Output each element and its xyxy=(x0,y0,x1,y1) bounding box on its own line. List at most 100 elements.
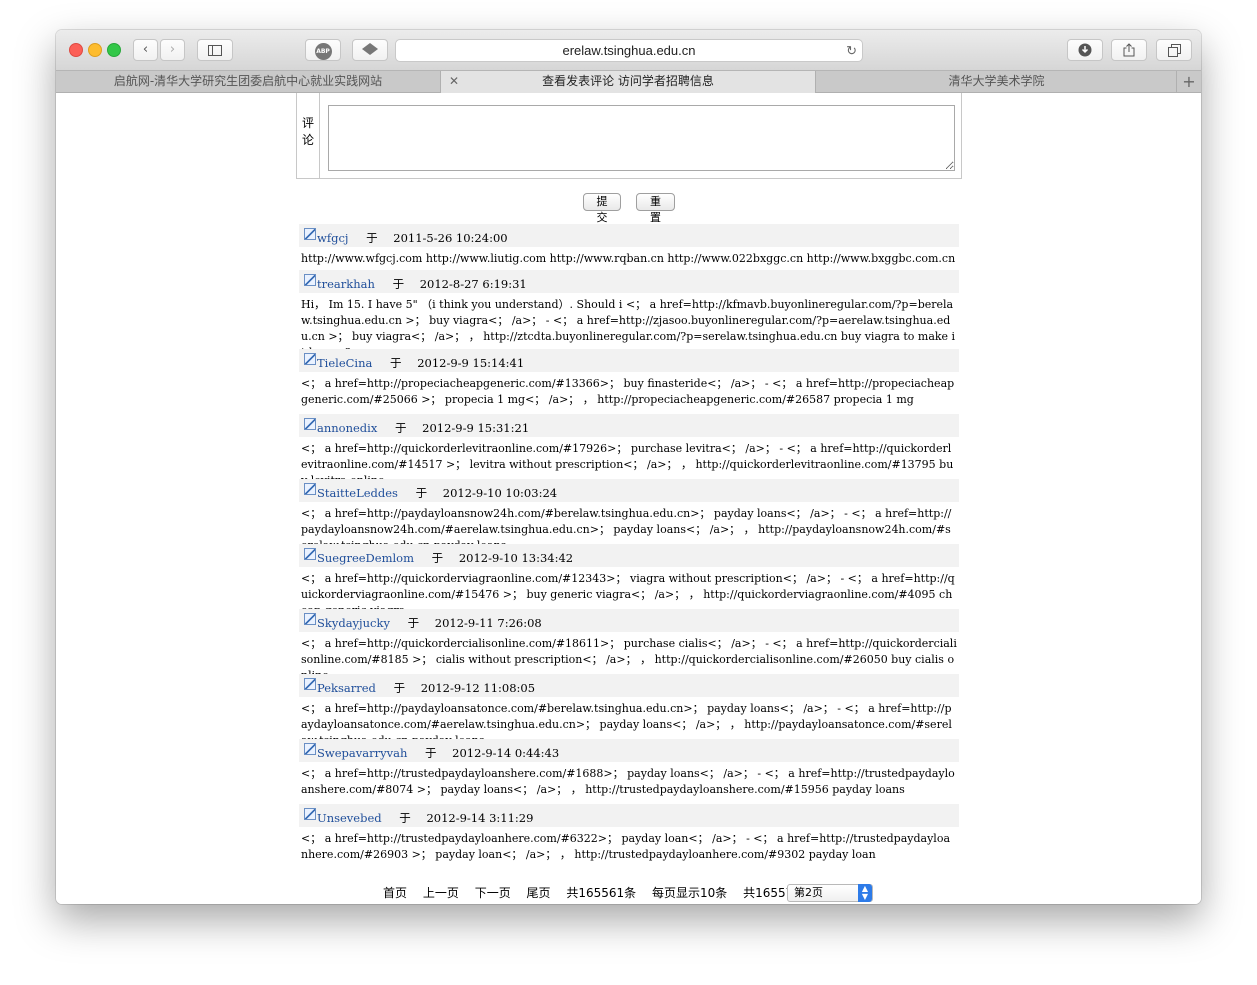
extension-icon xyxy=(362,43,378,55)
extension-button[interactable] xyxy=(352,39,388,61)
comment-author-link[interactable]: Skydayjucky xyxy=(317,616,390,630)
comment-header: StaitteLeddes 于 2012-9-10 10:03:24 xyxy=(299,479,959,502)
comment-item: Swepavarryvah 于 2012-9-14 0:44:43 <； a h… xyxy=(299,739,959,804)
comment-body: <； a href=http://quickorderlevitraonline… xyxy=(301,442,954,487)
share-button[interactable] xyxy=(1111,39,1147,61)
comment-body: <； a href=http://quickordercialisonline.… xyxy=(301,637,957,682)
comment-time: 2012-9-9 15:14:41 xyxy=(417,356,525,370)
comment-textarea[interactable] xyxy=(328,105,955,171)
comment-author-link[interactable]: SuegreeDemlom xyxy=(317,551,414,565)
adblock-icon: ABP xyxy=(314,43,332,60)
browser-window: ‹ › ABP erelaw.tsinghua.edu.cn ↻ 启航网-清华大… xyxy=(56,30,1201,904)
comment-item: SuegreeDemlom 于 2012-9-10 13:34:42 <； a … xyxy=(299,544,959,617)
edit-icon xyxy=(304,743,316,755)
submit-button[interactable]: 提交 xyxy=(583,193,621,224)
page-select-value: 第2页 xyxy=(794,886,823,899)
per-page-count: 每页显示10条 xyxy=(652,886,728,900)
comment-separator: 于 xyxy=(392,277,405,291)
adblock-button[interactable]: ABP xyxy=(305,39,341,61)
prev-page-link[interactable]: 上一页 xyxy=(423,886,459,900)
comment-header: Skydayjucky 于 2012-9-11 7:26:08 xyxy=(299,609,959,632)
tab-label: 查看发表评论 访问学者招聘信息 xyxy=(542,74,714,88)
comment-author-link[interactable]: Swepavarryvah xyxy=(317,746,407,760)
edit-icon xyxy=(304,483,316,495)
comment-item: StaitteLeddes 于 2012-9-10 10:03:24 <； a … xyxy=(299,479,959,552)
comment-header: SuegreeDemlom 于 2012-9-10 13:34:42 xyxy=(299,544,959,567)
comment-body: <； a href=http://paydayloansatonce.com/#… xyxy=(301,702,952,747)
comment-label: 评 论 xyxy=(297,93,320,178)
edit-icon xyxy=(304,808,316,820)
last-page-link[interactable]: 尾页 xyxy=(527,886,551,900)
comment-item: annonedix 于 2012-9-9 15:31:21 <； a href=… xyxy=(299,414,959,487)
comment-separator: 于 xyxy=(366,231,378,245)
comment-body: <； a href=http://quickorderviagraonline.… xyxy=(301,572,955,617)
comment-separator: 于 xyxy=(399,811,411,825)
downloads-button[interactable] xyxy=(1067,39,1103,61)
tabs-overview-icon xyxy=(1167,44,1181,57)
comment-label-line2: 论 xyxy=(301,133,314,147)
tab-qihang[interactable]: 启航网-清华大学研究生团委启航中心就业实践网站 xyxy=(56,71,441,93)
comment-author-link[interactable]: Unsevebed xyxy=(317,811,382,825)
sidebar-button[interactable] xyxy=(197,39,233,61)
comment-time: 2012-9-9 15:31:21 xyxy=(422,421,530,435)
comment-body: <； a href=http://propeciacheapgeneric.co… xyxy=(301,377,955,406)
comment-item: trearkhah 于 2012-8-27 6:19:31 Hi， Im 15.… xyxy=(299,270,959,359)
comment-item: Unsevebed 于 2012-9-14 3:11:29 <； a href=… xyxy=(299,804,959,869)
comment-body: Hi， Im 15. I have 5" （i think you unders… xyxy=(301,298,956,359)
address-bar[interactable]: erelaw.tsinghua.edu.cn ↻ xyxy=(395,39,863,62)
comment-author-link[interactable]: TieleCina xyxy=(317,356,372,370)
tab-comments[interactable]: ✕ 查看发表评论 访问学者招聘信息 xyxy=(441,71,816,93)
tabs-overview-button[interactable] xyxy=(1156,39,1192,61)
tab-academy-of-arts[interactable]: 清华大学美术学院 xyxy=(816,71,1177,93)
add-tab-icon[interactable]: + xyxy=(1176,71,1201,93)
page-select[interactable]: 第2页 ▲ ▼ xyxy=(787,884,873,902)
comment-header: trearkhah 于 2012-8-27 6:19:31 xyxy=(299,270,959,293)
tab-label: 清华大学美术学院 xyxy=(948,74,1045,88)
share-icon xyxy=(1123,43,1135,57)
comment-separator: 于 xyxy=(407,616,420,630)
edit-icon xyxy=(304,274,316,286)
comment-body: <； a href=http://paydayloansnow24h.com/#… xyxy=(301,507,952,552)
comment-author-link[interactable]: StaitteLeddes xyxy=(317,486,398,500)
comment-item: Peksarred 于 2012-9-12 11:08:05 <； a href… xyxy=(299,674,959,747)
chevron-left-icon: ‹ xyxy=(142,42,149,57)
first-page-link[interactable]: 首页 xyxy=(383,886,407,900)
comment-header: wfgcj 于 2011-5-26 10:24:00 xyxy=(299,224,959,247)
minimize-window-button[interactable] xyxy=(88,43,102,57)
comment-author-link[interactable]: Peksarred xyxy=(317,681,376,695)
reset-button[interactable]: 重置 xyxy=(636,193,675,224)
select-arrows-icon: ▲ ▼ xyxy=(858,884,872,902)
comment-body: http://www.wfgcj.com http://www.liutig.c… xyxy=(301,252,956,265)
edit-icon xyxy=(304,548,316,560)
edit-icon xyxy=(304,613,316,625)
back-button[interactable]: ‹ xyxy=(133,39,158,61)
comment-separator: 于 xyxy=(431,551,444,565)
comment-header: TieleCina 于 2012-9-9 15:14:41 xyxy=(299,349,959,372)
comment-author-link[interactable]: trearkhah xyxy=(317,277,375,291)
reload-icon[interactable]: ↻ xyxy=(846,40,857,61)
comment-list: wfgcj 于 2011-5-26 10:24:00 http://www.wf… xyxy=(299,224,959,869)
comment-body: <； a href=http://trustedpaydayloanshere.… xyxy=(301,767,955,796)
comment-header: annonedix 于 2012-9-9 15:31:21 xyxy=(299,414,959,437)
close-window-button[interactable] xyxy=(69,43,83,57)
next-page-link[interactable]: 下一页 xyxy=(475,886,511,900)
comment-item: Skydayjucky 于 2012-9-11 7:26:08 <； a hre… xyxy=(299,609,959,682)
close-icon[interactable]: ✕ xyxy=(449,71,459,92)
comment-time: 2012-9-10 13:34:42 xyxy=(458,551,574,565)
edit-icon xyxy=(304,228,316,240)
edit-icon xyxy=(304,678,316,690)
browser-toolbar: ‹ › ABP erelaw.tsinghua.edu.cn ↻ xyxy=(56,30,1201,70)
comment-separator: 于 xyxy=(425,746,437,760)
comment-label-line1: 评 xyxy=(301,116,314,130)
comment-separator: 于 xyxy=(395,421,407,435)
comment-author-link[interactable]: annonedix xyxy=(317,421,377,435)
forward-button[interactable]: › xyxy=(160,39,185,61)
comment-separator: 于 xyxy=(393,681,406,695)
comment-author-link[interactable]: wfgcj xyxy=(317,231,348,245)
comment-header: Peksarred 于 2012-9-12 11:08:05 xyxy=(299,674,959,697)
comment-body: <； a href=http://trustedpaydayloanhere.c… xyxy=(301,832,950,861)
edit-icon xyxy=(304,353,316,365)
comment-separator: 于 xyxy=(415,486,428,500)
zoom-window-button[interactable] xyxy=(107,43,121,57)
comment-header: Unsevebed 于 2012-9-14 3:11:29 xyxy=(299,804,959,827)
